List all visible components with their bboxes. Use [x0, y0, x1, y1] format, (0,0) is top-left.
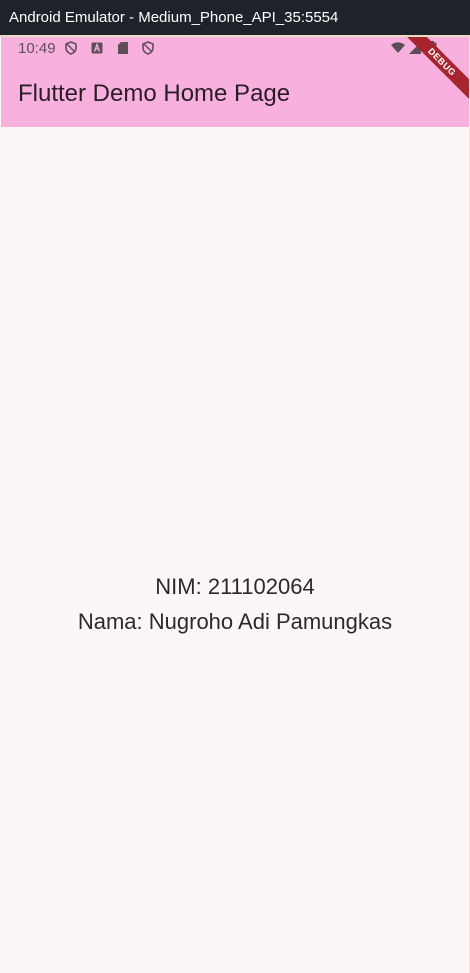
nim-text: NIM: 211102064 — [155, 574, 315, 599]
app-bar-title: Flutter Demo Home Page — [18, 80, 291, 107]
phone-screen: 10:49 Flutter Demo Home Page DEBUG NIM: … — [1, 37, 469, 973]
emulator-window: Android Emulator - Medium_Phone_API_35:5… — [0, 0, 470, 973]
status-bar: 10:49 — [1, 37, 469, 61]
wifi-icon — [390, 41, 405, 55]
shield-icon — [141, 41, 155, 55]
app-body: NIM: 211102064 Nama: Nugroho Adi Pamungk… — [1, 127, 469, 973]
window-titlebar[interactable]: Android Emulator - Medium_Phone_API_35:5… — [0, 0, 470, 35]
shield-icon — [64, 41, 78, 55]
nama-text: Nama: Nugroho Adi Pamungkas — [77, 609, 393, 634]
app-bar: 10:49 Flutter Demo Home Page DEBUG — [1, 37, 469, 127]
window-title: Android Emulator - Medium_Phone_API_35:5… — [9, 9, 339, 26]
a-box-icon — [90, 41, 104, 55]
status-time: 10:49 — [18, 40, 56, 57]
sd-card-icon — [116, 41, 130, 55]
